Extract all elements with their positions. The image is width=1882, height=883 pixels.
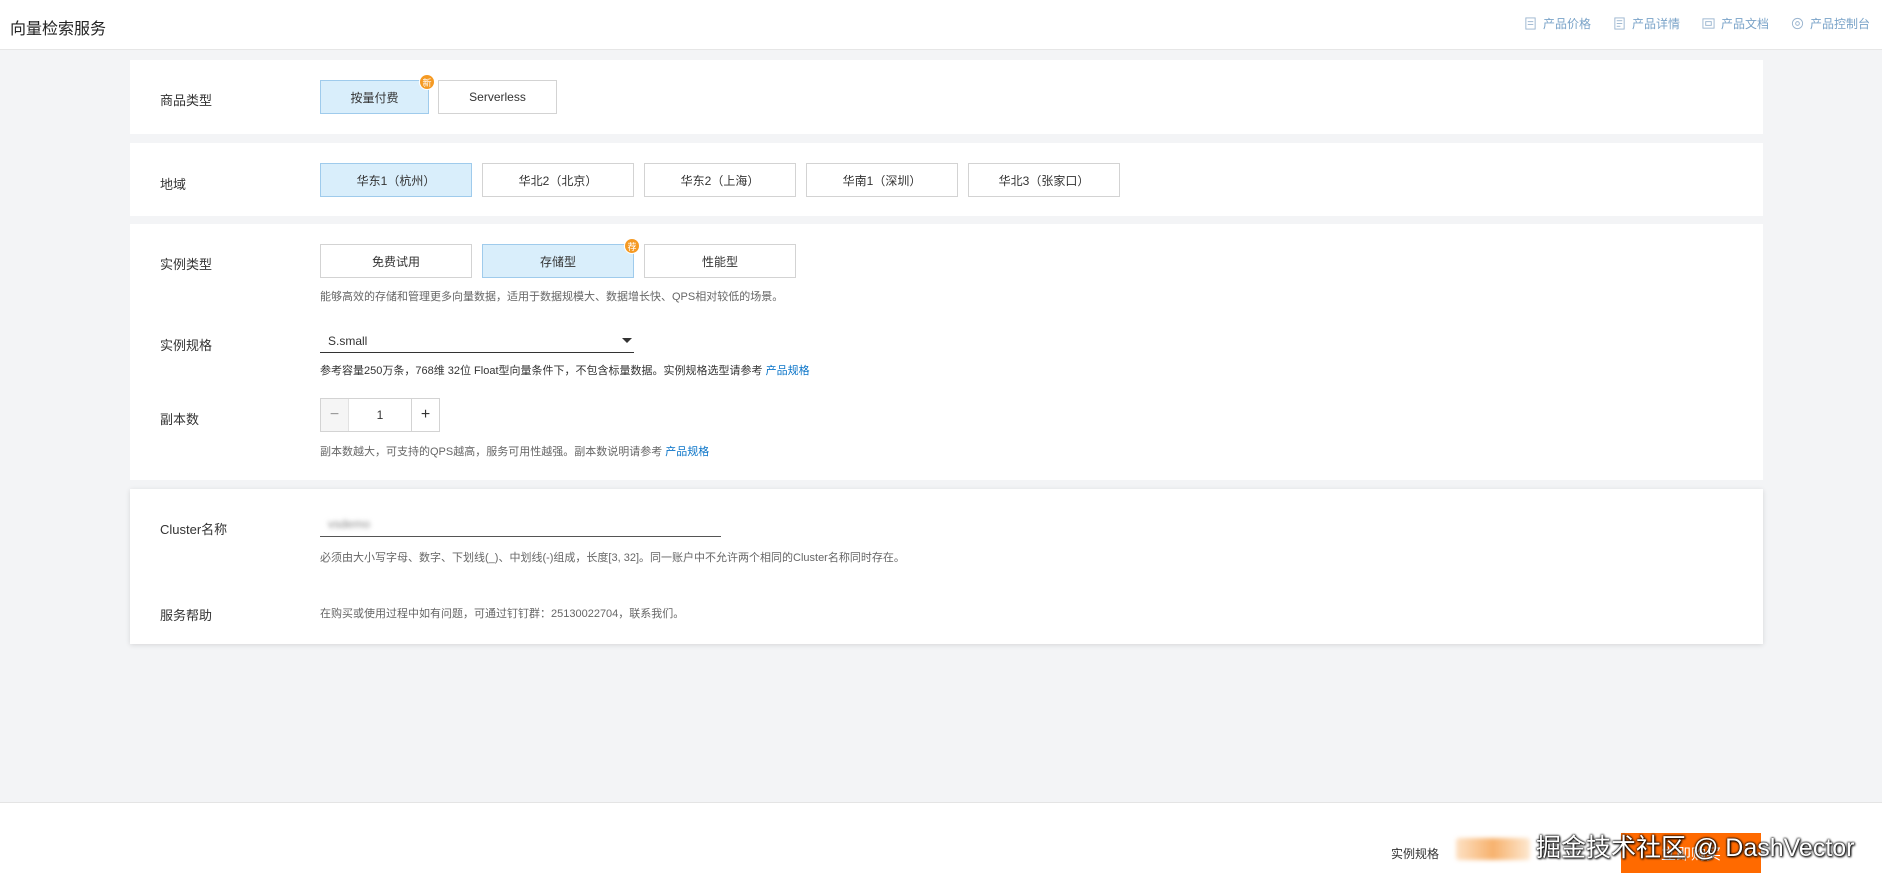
console-icon xyxy=(1791,17,1804,30)
help-label: 服务帮助 xyxy=(160,608,213,623)
instance-panel: 实例类型 免费试用 存储型 荐 性能型 能够高效的存储和管理更多向量数据，适用于… xyxy=(130,224,1763,480)
replicas-label: 副本数 xyxy=(160,412,200,427)
top-link-detail-label: 产品详情 xyxy=(1631,17,1680,31)
detail-icon xyxy=(1614,17,1625,30)
instance-type-option-performance[interactable]: 性能型 xyxy=(644,244,796,278)
footer-spec-value xyxy=(1456,838,1530,860)
top-links: 产品价格 产品详情 产品文档 产品控制台 xyxy=(1524,15,1870,32)
cluster-hint: 必须由大小写字母、数字、下划线(_)、中划线(-)组成，长度[3, 32]。同一… xyxy=(320,552,905,564)
instance-spec-value: S.small xyxy=(328,333,368,348)
chevron-down-icon xyxy=(622,338,632,343)
instance-spec-link[interactable]: 产品规格 xyxy=(766,365,810,377)
top-link-console-label: 产品控制台 xyxy=(1809,17,1870,31)
replicas-hint-text: 副本数越大，可支持的QPS越高，服务可用性越强。副本数说明请参考 xyxy=(320,446,663,458)
region-option-zhangjiakou[interactable]: 华北3（张家口） xyxy=(968,163,1120,197)
price-icon xyxy=(1525,17,1536,30)
instance-type-option-storage[interactable]: 存储型 荐 xyxy=(482,238,640,278)
instance-type-option-free[interactable]: 免费试用 xyxy=(320,244,472,278)
region-option-hangzhou-label: 华东1（杭州） xyxy=(356,173,436,188)
replicas-minus-button[interactable]: − xyxy=(321,399,349,431)
doc-icon xyxy=(1702,18,1715,29)
top-link-doc[interactable]: 产品文档 xyxy=(1702,15,1769,32)
replicas-plus-button[interactable]: + xyxy=(411,399,439,431)
region-option-shanghai[interactable]: 华东2（上海） xyxy=(644,163,796,197)
instance-type-option-storage-label: 存储型 xyxy=(539,254,576,269)
top-link-price[interactable]: 产品价格 xyxy=(1524,15,1591,32)
product-type-label: 商品类型 xyxy=(160,93,213,108)
region-option-beijing[interactable]: 华北2（北京） xyxy=(482,163,634,197)
top-link-doc-label: 产品文档 xyxy=(1720,17,1769,31)
region-option-shenzhen[interactable]: 华南1（深圳） xyxy=(806,163,958,197)
region-option-shanghai-label: 华东2（上海） xyxy=(680,173,760,188)
replicas-value[interactable]: 1 xyxy=(349,399,411,431)
region-option-hangzhou[interactable]: 华东1（杭州） xyxy=(320,163,472,197)
region-option-beijing-label: 华北2（北京） xyxy=(518,173,598,188)
product-type-option-payg-label: 按量付费 xyxy=(350,90,399,105)
top-link-console[interactable]: 产品控制台 xyxy=(1791,15,1870,32)
region-option-shenzhen-label: 华南1（深圳） xyxy=(842,173,922,188)
cluster-panel: Cluster名称 vsdemo 必须由大小写字母、数字、下划线(_)、中划线(… xyxy=(130,489,1763,644)
instance-spec-label: 实例规格 xyxy=(160,338,213,353)
top-link-detail[interactable]: 产品详情 xyxy=(1613,15,1680,32)
new-badge: 新 xyxy=(419,74,435,90)
product-type-option-serverless[interactable]: Serverless xyxy=(438,80,557,114)
replicas-link[interactable]: 产品规格 xyxy=(665,446,709,458)
watermark: 掘金技术社区 @ DashVector xyxy=(1536,834,1855,862)
cluster-name-value: vsdemo xyxy=(328,516,371,531)
instance-type-label: 实例类型 xyxy=(160,257,213,272)
replicas-stepper: − 1 + xyxy=(320,398,440,432)
replicas-hint: 副本数越大，可支持的QPS越高，服务可用性越强。副本数说明请参考 产品规格 xyxy=(320,443,709,459)
product-type-panel: 商品类型 按量付费 新 Serverless xyxy=(130,60,1763,134)
region-option-zhangjiakou-label: 华北3（张家口） xyxy=(998,173,1090,188)
instance-spec-hint: 参考容量250万条，768维 32位 Float型向量条件下，不包含标量数据。实… xyxy=(320,362,810,378)
instance-type-option-free-label: 免费试用 xyxy=(371,254,420,269)
instance-spec-hint-text: 参考容量250万条，768维 32位 Float型向量条件下，不包含标量数据。实… xyxy=(320,365,763,377)
region-label: 地域 xyxy=(160,177,187,192)
region-panel: 地域 华东1（杭州） 华北2（北京） 华东2（上海） 华南1（深圳） 华北3（张… xyxy=(130,143,1763,216)
help-text: 在购买或使用过程中如有问题，可通过钉钉群：25130022704，联系我们。 xyxy=(320,608,685,620)
footer-spec-label: 实例规格 xyxy=(1391,847,1440,861)
page-title: 向量检索服务 xyxy=(10,21,107,38)
product-type-option-serverless-label: Serverless xyxy=(469,90,526,104)
recommend-badge: 荐 xyxy=(624,238,640,254)
top-link-price-label: 产品价格 xyxy=(1542,17,1591,31)
product-type-option-payg[interactable]: 按量付费 新 xyxy=(320,74,435,114)
cluster-label: Cluster名称 xyxy=(160,522,228,537)
instance-type-option-performance-label: 性能型 xyxy=(701,254,738,269)
top-bar: 向量检索服务 产品价格 产品详情 产品文档 产品控制台 xyxy=(0,0,1882,50)
instance-type-hint: 能够高效的存储和管理更多向量数据，适用于数据规模大、数据增长快、QPS相对较低的… xyxy=(320,291,784,303)
instance-spec-select[interactable]: S.small xyxy=(320,329,634,353)
cluster-name-input[interactable]: vsdemo xyxy=(320,511,721,537)
